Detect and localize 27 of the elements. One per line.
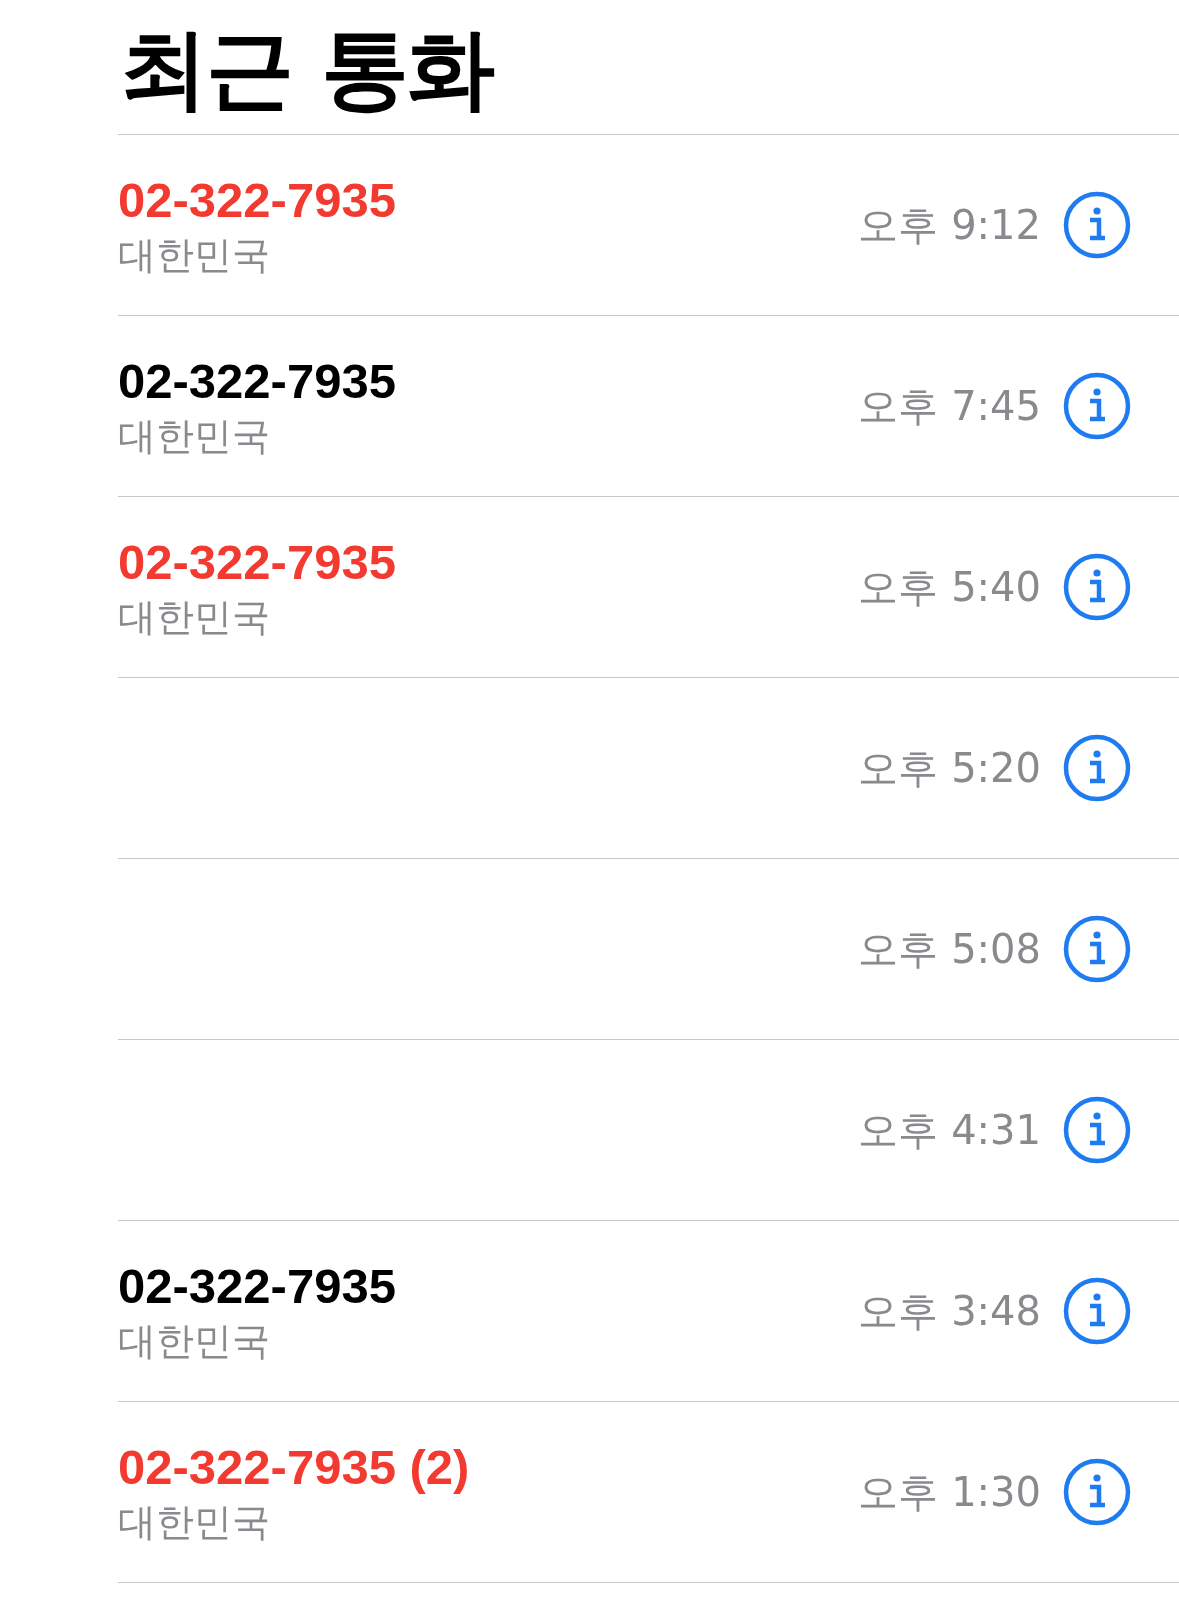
call-time: 오후 5:20 [858, 743, 1041, 793]
call-time: 오후 9:12 [858, 200, 1041, 250]
info-icon[interactable] [1063, 191, 1131, 259]
call-location: 대한민국 [118, 413, 271, 460]
call-location: 대한민국 [118, 232, 271, 279]
call-time: 오후 7:45 [858, 381, 1041, 431]
call-location: 대한민국 [118, 1499, 271, 1546]
info-icon[interactable] [1063, 553, 1131, 621]
phone-number: 02-322-7935 [118, 534, 397, 591]
info-icon[interactable] [1063, 734, 1131, 802]
info-icon[interactable] [1063, 915, 1131, 983]
info-icon[interactable] [1063, 1458, 1131, 1526]
info-icon[interactable] [1063, 1096, 1131, 1164]
phone-number: 02-322-7935 [118, 172, 397, 229]
call-time: 오후 5:40 [858, 562, 1041, 612]
phone-number: 02-322-7935 [118, 353, 397, 410]
info-icon[interactable] [1063, 1277, 1131, 1345]
call-time: 오후 3:48 [858, 1286, 1041, 1336]
phone-number: 02-322-7935 (2) [118, 1439, 471, 1496]
call-time: 오후 1:30 [858, 1467, 1041, 1517]
call-location: 대한민국 [118, 1318, 271, 1365]
call-location: 대한민국 [118, 594, 271, 641]
page-title: 최근 통화 [119, 16, 495, 122]
call-time: 오후 4:31 [858, 1105, 1041, 1155]
call-time: 오후 5:08 [858, 924, 1041, 974]
info-icon[interactable] [1063, 372, 1131, 440]
phone-number: 02-322-7935 [118, 1258, 397, 1315]
